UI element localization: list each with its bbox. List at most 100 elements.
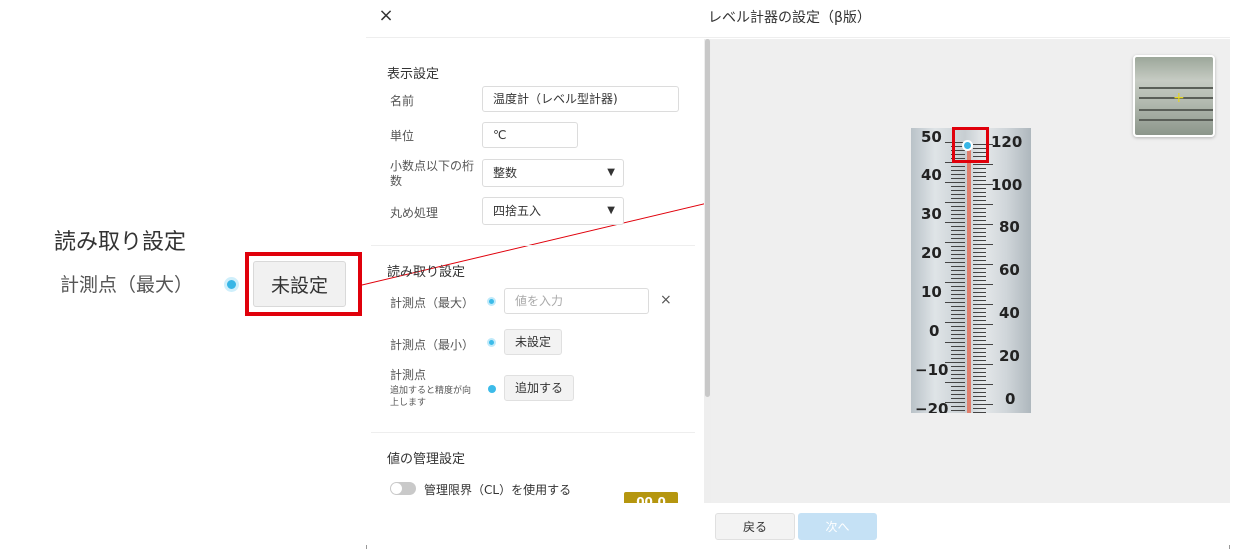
- scale-tick: [973, 356, 986, 357]
- scale-tick: [973, 404, 993, 405]
- scale-tick: [973, 212, 986, 213]
- scale-tick: [951, 410, 965, 411]
- dialog-title: レベル計器の設定（β版）: [708, 10, 871, 26]
- scale-tick: [951, 250, 965, 251]
- scale-tick: [951, 218, 965, 219]
- name-input[interactable]: 温度計（レベル型計器): [482, 86, 679, 112]
- scale-tick: [951, 298, 965, 299]
- scale-tick: [973, 412, 986, 413]
- scale-tick: [973, 188, 986, 189]
- scale-tick: [951, 398, 965, 399]
- scale-tick: [951, 290, 965, 291]
- scale-left-label: −20: [915, 400, 949, 413]
- scale-tick: [973, 332, 986, 333]
- scale-left-label: 30: [921, 205, 942, 223]
- scrollbar-thumb[interactable]: [705, 39, 710, 397]
- scale-tick: [973, 260, 986, 261]
- scale-tick: [951, 358, 965, 359]
- scale-tick: [973, 336, 986, 337]
- scale-tick: [973, 184, 993, 185]
- scale-tick: [951, 334, 965, 335]
- decimals-label-line2: 数: [390, 174, 403, 188]
- scale-tick: [951, 234, 965, 235]
- scale-tick: [973, 236, 986, 237]
- scale-tick: [973, 304, 993, 305]
- scale-tick: [973, 360, 986, 361]
- close-icon[interactable]: ×: [378, 5, 394, 26]
- point-dot-icon: [488, 385, 496, 393]
- scale-tick: [973, 200, 986, 201]
- scale-tick: [973, 368, 986, 369]
- scale-tick: [973, 164, 993, 165]
- minimap-preview[interactable]: +: [1133, 55, 1215, 137]
- min-point-unset-button[interactable]: 未設定: [504, 329, 563, 355]
- scale-tick: [951, 306, 965, 307]
- point-hint: 追加すると精度が向 上します: [390, 385, 471, 409]
- rounding-label: 丸め処理: [390, 206, 439, 220]
- add-point-button[interactable]: 追加する: [504, 375, 575, 401]
- scale-tick: [973, 180, 986, 181]
- scale-right-label: 60: [999, 261, 1020, 279]
- scale-tick: [973, 388, 986, 389]
- back-button[interactable]: 戻る: [715, 513, 795, 540]
- scale-tick: [945, 242, 965, 243]
- scale-tick: [973, 280, 986, 281]
- scale-tick: [973, 256, 986, 257]
- next-button[interactable]: 次へ: [798, 513, 877, 540]
- scale-tick: [973, 252, 986, 253]
- scale-tick: [973, 264, 993, 265]
- point-hint-line2: 上します: [390, 398, 427, 408]
- scale-right-label: 120: [991, 133, 1023, 151]
- scale-tick: [973, 300, 986, 301]
- max-point-input[interactable]: 値を入力: [504, 288, 649, 314]
- rounding-select[interactable]: 四捨五入 ▼: [482, 197, 624, 225]
- scale-tick: [945, 382, 965, 383]
- scale-tick: [951, 174, 965, 175]
- point-hint-line1: 追加すると精度が向: [390, 386, 472, 396]
- scale-left-label: 20: [921, 244, 942, 262]
- scale-tick: [951, 386, 965, 387]
- scale-tick: [951, 166, 965, 167]
- control-limit-label: 管理限界（CL）を使用する: [424, 483, 572, 497]
- scale-tick: [951, 238, 965, 239]
- scale-tick: [973, 320, 986, 321]
- scale-right-label: 100: [991, 176, 1023, 194]
- max-point-placeholder: 値を入力: [515, 294, 564, 308]
- scale-tick: [951, 274, 965, 275]
- unit-label: 単位: [390, 129, 415, 143]
- scale-tick: [951, 226, 965, 227]
- scale-left-label: 40: [921, 166, 942, 184]
- scale-tick: [945, 202, 965, 203]
- scale-tick: [951, 390, 965, 391]
- control-limit-toggle[interactable]: [390, 482, 416, 495]
- measure-point-marker[interactable]: [962, 140, 973, 151]
- scale-tick: [945, 322, 965, 323]
- scale-tick: [945, 222, 965, 223]
- scale-tick: [973, 172, 986, 173]
- scale-tick: [973, 328, 986, 329]
- unit-input[interactable]: ℃: [482, 122, 578, 148]
- scale-tick: [973, 348, 986, 349]
- name-label: 名前: [390, 94, 415, 108]
- scale-tick: [951, 214, 965, 215]
- clear-icon[interactable]: ×: [660, 292, 672, 308]
- scale-tick: [951, 366, 965, 367]
- max-point-dot-icon: [487, 297, 496, 306]
- scale-right-label: 0: [1005, 390, 1016, 408]
- scale-tick: [973, 324, 993, 325]
- scale-tick: [951, 294, 965, 295]
- scale-tick: [951, 198, 965, 199]
- scale-tick: [973, 364, 993, 365]
- scale-tick: [951, 370, 965, 371]
- scale-tick: [951, 258, 965, 259]
- minimap-line: [1139, 109, 1213, 111]
- rounding-select-value: 四捨五入: [493, 204, 542, 218]
- scale-tick: [973, 340, 986, 341]
- scale-tick: [973, 232, 986, 233]
- decimals-select[interactable]: 整数 ▼: [482, 159, 624, 187]
- scale-tick: [951, 190, 965, 191]
- scale-tick: [973, 400, 986, 401]
- scale-tick: [951, 346, 965, 347]
- decimals-label: 小数点以下の桁 数: [390, 159, 474, 189]
- scale-tick: [951, 318, 965, 319]
